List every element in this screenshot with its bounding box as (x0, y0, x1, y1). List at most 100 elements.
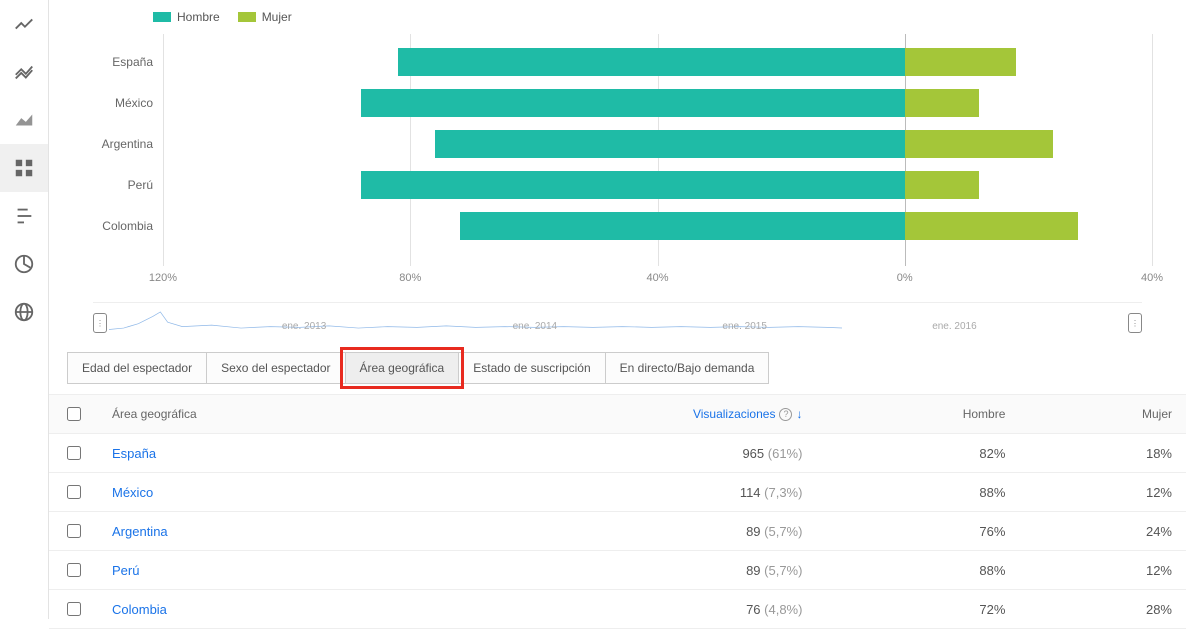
timeline-tick: ene. 2015 (722, 321, 767, 332)
timeline-handle-right[interactable]: ⋮ (1128, 313, 1142, 333)
views-cell: 76 (4,8%) (422, 590, 817, 629)
male-cell: 88% (816, 473, 1019, 512)
line-chart-icon[interactable] (0, 0, 48, 48)
views-cell: 89 (5,7%) (422, 551, 817, 590)
tab-edad-del-espectador[interactable]: Edad del espectador (67, 352, 207, 384)
bar-male[interactable] (460, 212, 905, 240)
globe-icon[interactable] (0, 288, 48, 336)
main-panel: Hombre Mujer España México Argentina Perú Co… (49, 0, 1186, 619)
bar-male[interactable] (361, 171, 905, 199)
chart-row: Perú (163, 167, 1152, 203)
tab-en-directo-bajo-demanda[interactable]: En directo/Bajo demanda (605, 352, 770, 384)
bar-female[interactable] (905, 171, 979, 199)
geo-link[interactable]: Colombia (112, 602, 167, 617)
legend-female-label: Mujer (262, 10, 292, 24)
x-axis-tick: 40% (1141, 272, 1163, 284)
timeline-tick: ene. 2014 (513, 321, 558, 332)
x-axis-tick: 120% (149, 272, 177, 284)
col-geo[interactable]: Área geográfica (98, 395, 422, 434)
chart-row: Argentina (163, 126, 1152, 162)
male-cell: 82% (816, 434, 1019, 473)
row-checkbox-cell[interactable] (49, 590, 98, 629)
grid-chart-icon[interactable] (0, 144, 48, 192)
timeline-tick: ene. 2013 (282, 321, 327, 332)
chart-row: Colombia (163, 208, 1152, 244)
timeline-slider[interactable]: ⋮ ⋮ ene. 2013 ene. 2014 ene. 2015 ene. 2… (93, 302, 1142, 340)
bar-chart-icon[interactable] (0, 192, 48, 240)
legend-female: Mujer (238, 10, 292, 24)
row-checkbox[interactable] (67, 446, 81, 460)
sort-arrow-icon: ↓ (796, 407, 802, 421)
geo-cell: México (98, 473, 422, 512)
category-label: España (73, 55, 153, 69)
tab-estado-de-suscripci-n[interactable]: Estado de suscripción (458, 352, 605, 384)
table-row: Perú 89 (5,7%)88%12% (49, 551, 1186, 590)
views-cell: 89 (5,7%) (422, 512, 817, 551)
geo-link[interactable]: Perú (112, 563, 139, 578)
male-swatch (153, 12, 171, 22)
geo-cell: Argentina (98, 512, 422, 551)
bar-male[interactable] (435, 130, 905, 158)
category-label: Colombia (73, 219, 153, 233)
timeline-handle-left[interactable]: ⋮ (93, 313, 107, 333)
female-cell: 12% (1019, 473, 1186, 512)
compare-chart-icon[interactable] (0, 48, 48, 96)
chart-row: México (163, 85, 1152, 121)
tab--rea-geogr-fica[interactable]: Área geográfica (345, 352, 460, 384)
x-axis-tick: 40% (646, 272, 668, 284)
male-cell: 72% (816, 590, 1019, 629)
views-cell: 114 (7,3%) (422, 473, 817, 512)
category-label: Perú (73, 178, 153, 192)
select-all-header[interactable] (49, 395, 98, 434)
female-cell: 18% (1019, 434, 1186, 473)
row-checkbox[interactable] (67, 602, 81, 616)
select-all-checkbox[interactable] (67, 407, 81, 421)
col-male[interactable]: Hombre (816, 395, 1019, 434)
male-cell: 88% (816, 551, 1019, 590)
row-checkbox[interactable] (67, 524, 81, 538)
geo-link[interactable]: México (112, 485, 153, 500)
geo-cell: Perú (98, 551, 422, 590)
dimension-tabs: Edad del espectadorSexo del espectadorÁr… (49, 340, 1186, 395)
col-female[interactable]: Mujer (1019, 395, 1186, 434)
table-row: México 114 (7,3%)88%12% (49, 473, 1186, 512)
geo-cell: España (98, 434, 422, 473)
chart-area: Hombre Mujer España México Argentina Perú Co… (49, 0, 1186, 340)
tab-sexo-del-espectador[interactable]: Sexo del espectador (206, 352, 345, 384)
female-cell: 28% (1019, 590, 1186, 629)
x-axis-tick: 80% (399, 272, 421, 284)
geo-link[interactable]: España (112, 446, 156, 461)
chart-legend: Hombre Mujer (73, 10, 1162, 24)
category-label: México (73, 96, 153, 110)
help-icon[interactable]: ? (779, 408, 792, 421)
female-cell: 24% (1019, 512, 1186, 551)
female-cell: 12% (1019, 551, 1186, 590)
category-label: Argentina (73, 137, 153, 151)
data-table: Área geográfica Visualizaciones ? ↓ Homb… (49, 395, 1186, 629)
row-checkbox-cell[interactable] (49, 473, 98, 512)
legend-male-label: Hombre (177, 10, 220, 24)
male-cell: 76% (816, 512, 1019, 551)
chart-type-sidebar (0, 0, 49, 619)
bar-female[interactable] (905, 48, 1016, 76)
bar-male[interactable] (361, 89, 905, 117)
pie-chart-icon[interactable] (0, 240, 48, 288)
table-row: Colombia 76 (4,8%)72%28% (49, 590, 1186, 629)
col-views[interactable]: Visualizaciones ? ↓ (422, 395, 817, 434)
table-row: Argentina 89 (5,7%)76%24% (49, 512, 1186, 551)
bar-female[interactable] (905, 212, 1078, 240)
chart-row: España (163, 44, 1152, 80)
row-checkbox-cell[interactable] (49, 551, 98, 590)
bar-female[interactable] (905, 130, 1053, 158)
geo-cell: Colombia (98, 590, 422, 629)
bar-female[interactable] (905, 89, 979, 117)
row-checkbox[interactable] (67, 563, 81, 577)
geo-link[interactable]: Argentina (112, 524, 168, 539)
row-checkbox-cell[interactable] (49, 512, 98, 551)
bar-male[interactable] (398, 48, 905, 76)
area-chart-icon[interactable] (0, 96, 48, 144)
diverging-bar-chart: EspañaMéxicoArgentinaPerúColombia 120%80… (163, 34, 1152, 294)
row-checkbox[interactable] (67, 485, 81, 499)
views-cell: 965 (61%) (422, 434, 817, 473)
row-checkbox-cell[interactable] (49, 434, 98, 473)
